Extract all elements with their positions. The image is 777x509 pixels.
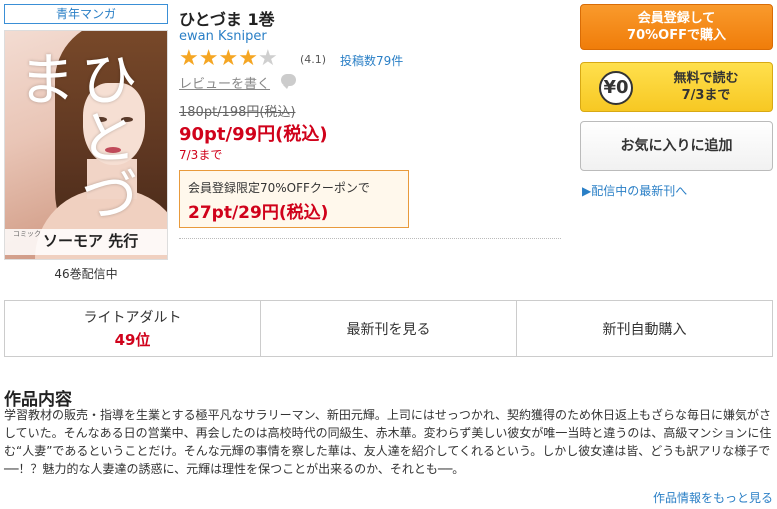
tab-latest[interactable]: 最新刊を見る	[261, 301, 517, 356]
register-purchase-button[interactable]: 会員登録して 70%OFFで購入	[580, 4, 773, 50]
free-button-text: 無料で読む 7/3まで	[651, 70, 761, 104]
cover-band-sub: コミック	[13, 230, 41, 238]
latest-volume-link[interactable]: ▶配信中の最新刊へ	[582, 182, 687, 199]
tab-auto-purchase-label: 新刊自動購入	[602, 321, 687, 338]
more-info-link[interactable]: 作品情報をもっと見る	[653, 489, 773, 506]
star-filled-icon: ★	[218, 46, 239, 71]
add-favorite-button[interactable]: お気に入りに追加	[580, 121, 773, 171]
star-filled-icon: ★	[198, 46, 219, 71]
tab-ranking-value: 49位	[114, 331, 151, 349]
sale-until: 7/3まで	[179, 148, 223, 162]
volumes-count: 46巻配信中	[54, 267, 118, 281]
cover-band-text: ソーモア 先行	[43, 232, 139, 250]
register-button-line1: 会員登録して	[637, 11, 716, 26]
read-free-button[interactable]: ¥0 無料で読む 7/3まで	[580, 62, 773, 112]
star-filled-icon: ★	[238, 46, 258, 71]
tab-auto-purchase[interactable]: 新刊自動購入	[517, 301, 772, 356]
book-title: ひとづま 1巻	[179, 10, 275, 29]
rating-stars: ★ ★ ★ ★ ★	[179, 48, 278, 70]
divider	[179, 238, 561, 239]
tab-ranking[interactable]: ライトアダルト 49位	[5, 301, 261, 356]
star-filled-icon: ★	[179, 46, 199, 71]
tab-ranking-label: ライトアダルト	[83, 310, 182, 326]
review-count-link[interactable]: 投稿数79件	[340, 52, 403, 69]
free-button-line1: 無料で読む	[673, 71, 739, 86]
tab-latest-label: 最新刊を見る	[346, 321, 431, 338]
coupon-box: 会員登録限定70%OFFクーポンで 27pt/29円(税込)	[179, 170, 409, 228]
star-empty-icon: ★	[257, 46, 278, 71]
register-button-line2: 70%OFFで購入	[627, 28, 726, 43]
coupon-label: 会員登録限定70%OFFクーポンで	[188, 181, 370, 195]
original-price: 180pt/198円(税込)	[179, 105, 296, 120]
speech-bubble-icon	[281, 74, 296, 89]
genre-tag[interactable]: 青年マンガ	[4, 4, 168, 24]
synopsis: 学習教材の販売・指導を生業とする極平凡なサラリーマン、新田元輝。上司にはせっつか…	[4, 408, 772, 476]
cover-title-art: ひとづま	[8, 49, 138, 223]
coupon-price: 27pt/29円(税込)	[188, 203, 329, 223]
free-button-line2: 7/3まで	[681, 88, 731, 103]
action-tabs: ライトアダルト 49位 最新刊を見る 新刊自動購入	[4, 300, 773, 357]
rating-value: (4.1)	[300, 53, 327, 66]
yen-zero-icon: ¥0	[599, 71, 633, 105]
cover-image[interactable]: ひとづま コミック ソーモア 先行	[4, 30, 168, 260]
sale-price: 90pt/99円(税込)	[179, 124, 328, 145]
write-review-link[interactable]: レビューを書く	[179, 73, 270, 92]
author-link[interactable]: ewan Ksniper	[179, 29, 267, 44]
